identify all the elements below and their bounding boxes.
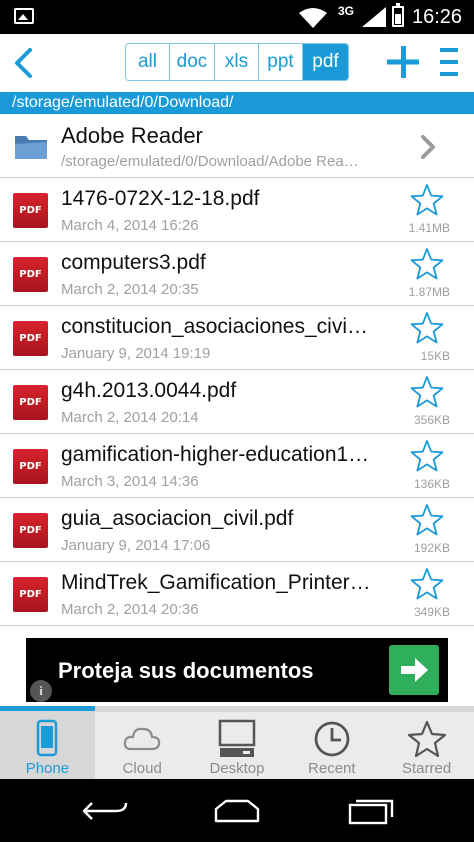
ad-text: Proteja sus documentos xyxy=(58,658,314,683)
file-date: January 9, 2014 17:06 xyxy=(61,537,211,554)
desktop-icon xyxy=(218,719,256,757)
pdf-file-icon: PDF xyxy=(13,577,48,612)
tab-recent[interactable]: Recent xyxy=(284,712,379,779)
folder-icon xyxy=(15,136,47,159)
file-date: March 2, 2014 20:35 xyxy=(61,281,199,298)
pdf-file-icon: PDF xyxy=(13,193,48,228)
file-size: 349KB xyxy=(413,605,450,619)
folder-name: Adobe Reader xyxy=(61,123,203,148)
file-size: 192KB xyxy=(413,541,450,555)
recent-apps-icon[interactable] xyxy=(346,797,396,825)
pdf-file-icon: PDF xyxy=(13,321,48,356)
status-bar: 3G 16:26 xyxy=(0,0,474,34)
system-nav-bar xyxy=(0,779,474,842)
ad-content[interactable]: Proteja sus documentos xyxy=(26,638,448,702)
filter-ppt[interactable]: ppt xyxy=(259,44,303,80)
signal-icon xyxy=(362,7,386,27)
wifi-icon xyxy=(299,8,327,28)
star-icon[interactable] xyxy=(410,439,444,473)
file-list: PDF 1476-072X-12-18.pdf March 4, 2014 16… xyxy=(0,178,474,636)
pdf-file-icon: PDF xyxy=(13,257,48,292)
tab-label: Starred xyxy=(401,760,452,777)
file-type-filter: all doc xls ppt pdf xyxy=(125,43,349,81)
star-icon[interactable] xyxy=(410,183,444,217)
file-name: g4h.2013.0044.pdf xyxy=(61,379,237,402)
tab-label: Phone xyxy=(25,760,70,777)
tab-starred[interactable]: Starred xyxy=(379,712,474,779)
menu-icon[interactable] xyxy=(438,44,460,80)
file-date: January 9, 2014 19:19 xyxy=(61,345,211,362)
file-row[interactable]: PDF 1476-072X-12-18.pdf March 4, 2014 16… xyxy=(0,178,474,242)
tab-phone[interactable]: Phone xyxy=(0,712,95,779)
tab-label: Recent xyxy=(308,760,356,777)
tab-cloud[interactable]: Cloud xyxy=(95,712,190,779)
back-icon[interactable] xyxy=(80,797,130,825)
file-row[interactable]: PDF MindTrek_Gamification_Printer… March… xyxy=(0,562,474,626)
chevron-right-icon xyxy=(421,135,435,159)
file-date: March 2, 2014 20:36 xyxy=(61,601,199,618)
filter-pdf[interactable]: pdf xyxy=(303,44,348,80)
pdf-file-icon: PDF xyxy=(13,449,48,484)
tab-label: Desktop xyxy=(209,760,265,777)
file-row[interactable]: PDF guia_asociacion_civil.pdf January 9,… xyxy=(0,498,474,562)
file-name: constitucion_asociaciones_civi… xyxy=(61,315,368,338)
info-icon[interactable]: i xyxy=(30,680,52,702)
file-row[interactable]: PDF gamification-higher-education1… Marc… xyxy=(0,434,474,498)
back-chevron-icon[interactable] xyxy=(8,42,38,84)
toolbar: all doc xls ppt pdf xyxy=(0,34,474,92)
network-type: 3G xyxy=(338,4,355,18)
file-date: March 3, 2014 14:36 xyxy=(61,473,199,490)
current-path: /storage/emulated/0/Download/ xyxy=(0,92,474,114)
clock-icon xyxy=(314,721,350,757)
filter-doc[interactable]: doc xyxy=(170,44,215,80)
file-name: 1476-072X-12-18.pdf xyxy=(61,187,260,210)
file-date: March 2, 2014 20:14 xyxy=(61,409,199,426)
file-date: March 4, 2014 16:26 xyxy=(61,217,199,234)
cloud-icon xyxy=(123,727,161,751)
tab-desktop[interactable]: Desktop xyxy=(190,712,285,779)
file-size: 1.41MB xyxy=(408,221,450,235)
star-icon[interactable] xyxy=(410,247,444,281)
filter-all[interactable]: all xyxy=(126,44,170,80)
file-name: gamification-higher-education1… xyxy=(61,443,370,466)
star-icon xyxy=(407,720,446,758)
tab-label: Cloud xyxy=(122,760,162,777)
file-size: 15KB xyxy=(420,349,450,363)
gallery-icon xyxy=(14,8,34,24)
pdf-file-icon: PDF xyxy=(13,513,48,548)
file-name: computers3.pdf xyxy=(61,251,206,274)
folder-path: /storage/emulated/0/Download/Adobe Rea… xyxy=(61,153,359,170)
file-name: MindTrek_Gamification_Printer… xyxy=(61,571,371,594)
file-row[interactable]: PDF g4h.2013.0044.pdf March 2, 2014 20:1… xyxy=(0,370,474,434)
plus-icon[interactable] xyxy=(386,44,420,80)
star-icon[interactable] xyxy=(410,375,444,409)
home-icon[interactable] xyxy=(212,797,262,825)
file-size: 136KB xyxy=(413,477,450,491)
file-row[interactable]: PDF computers3.pdf March 2, 2014 20:35 1… xyxy=(0,242,474,306)
file-name: guia_asociacion_civil.pdf xyxy=(61,507,294,530)
battery-icon xyxy=(392,3,404,27)
star-icon[interactable] xyxy=(410,311,444,345)
star-icon[interactable] xyxy=(410,567,444,601)
phone-icon xyxy=(37,719,58,757)
star-icon[interactable] xyxy=(410,503,444,537)
bottom-tab-bar: Phone Cloud Desktop Recent Starred xyxy=(0,711,474,779)
file-row[interactable]: PDF constitucion_asociaciones_civi… Janu… xyxy=(0,306,474,370)
file-size: 1.87MB xyxy=(408,285,450,299)
file-size: 356KB xyxy=(413,413,450,427)
filter-xls[interactable]: xls xyxy=(215,44,259,80)
ad-banner: Proteja sus documentos i xyxy=(0,636,474,706)
arrow-right-icon[interactable] xyxy=(389,645,439,695)
pdf-file-icon: PDF xyxy=(13,385,48,420)
folder-row[interactable]: Adobe Reader /storage/emulated/0/Downloa… xyxy=(0,114,474,178)
clock-time: 16:26 xyxy=(412,6,463,28)
